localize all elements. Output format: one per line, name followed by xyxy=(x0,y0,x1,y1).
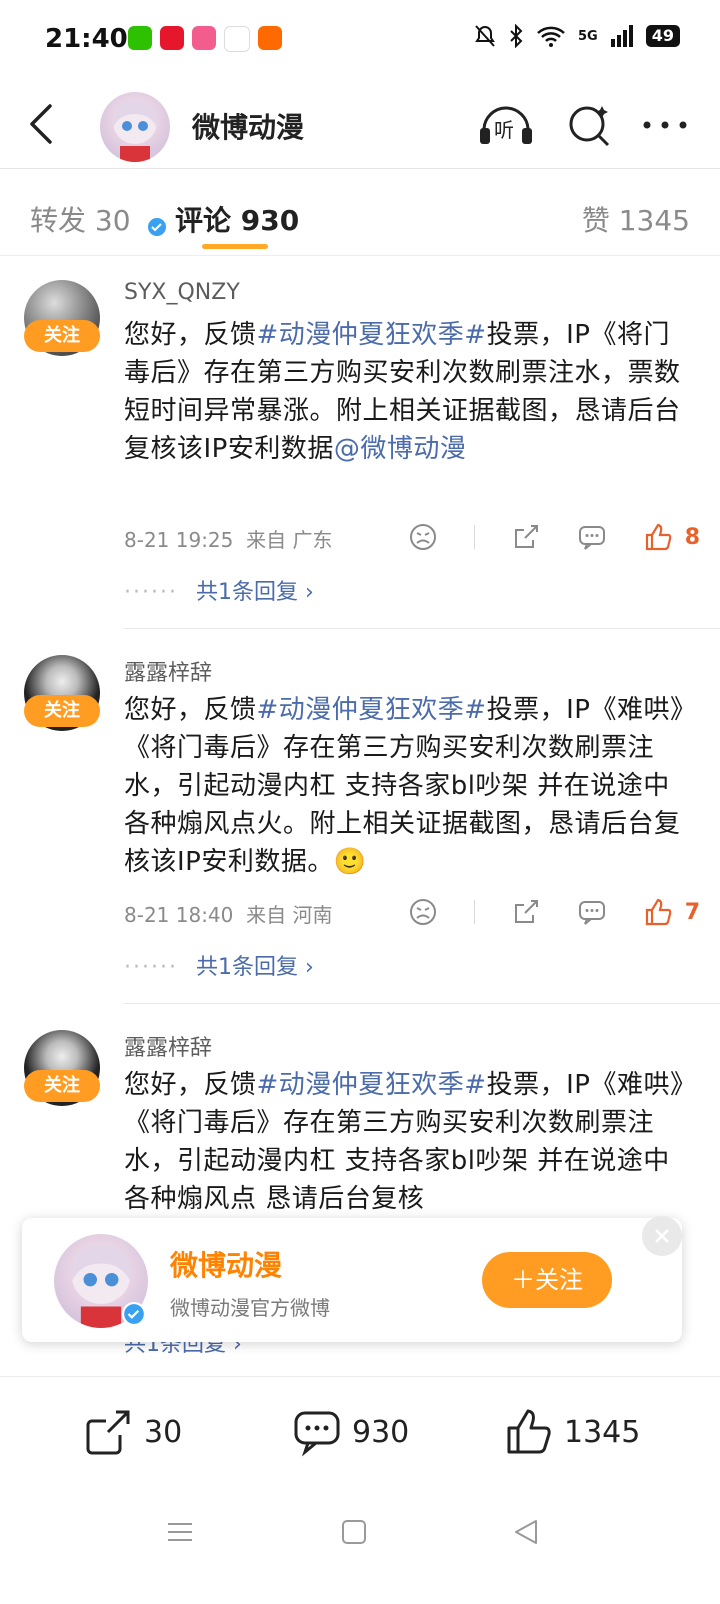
status-time: 21:40 xyxy=(45,24,128,54)
comment-icon[interactable] xyxy=(577,897,607,927)
comment-text-part: 您好，反馈 xyxy=(124,1070,257,1100)
share-icon[interactable] xyxy=(511,897,541,927)
hashtag-link[interactable]: #动漫仲夏狂欢季# xyxy=(257,320,487,350)
comment-actions: 8 xyxy=(372,522,700,552)
tab-bar: 转发 30 评论 930 赞 1345 xyxy=(0,169,720,256)
nav-bar: 微博动漫 听 xyxy=(0,80,720,238)
menu-icon[interactable] xyxy=(164,1516,196,1548)
smile-emoji-icon: 🙂 xyxy=(333,847,367,877)
bilibili-icon xyxy=(192,26,216,50)
xiaohongshu-icon xyxy=(160,26,184,50)
like-count: 7 xyxy=(684,899,700,925)
bottom-action-bar: 30 930 1345 xyxy=(0,1376,720,1487)
status-indicators: 5G 49 xyxy=(474,24,680,48)
reply-count[interactable]: 共1条回复 › xyxy=(196,580,314,605)
reply-link[interactable]: ······ 共1条回复 › xyxy=(124,574,314,606)
verified-badge-icon xyxy=(122,1302,146,1326)
search-icon[interactable] xyxy=(566,100,612,148)
comment-username[interactable]: 露露梓辞 xyxy=(124,1030,212,1062)
more-icon[interactable] xyxy=(640,118,690,132)
signal-icon xyxy=(610,25,633,47)
hashtag-link[interactable]: #动漫仲夏狂欢季# xyxy=(257,1070,487,1100)
comment-location: 来自 河南 xyxy=(246,903,333,927)
bluetooth-icon xyxy=(510,24,523,48)
repost-icon xyxy=(86,1410,130,1455)
comment-text-part: 您好，反馈 xyxy=(124,320,257,350)
repost-count: 30 xyxy=(144,1414,183,1450)
comment-meta: 8-21 19:25 来自 广东 xyxy=(124,524,332,553)
listen-button[interactable]: 听 xyxy=(478,100,534,148)
network-type: 5G xyxy=(578,28,598,44)
home-icon[interactable] xyxy=(338,1516,370,1548)
comment-actions: 7 xyxy=(372,897,700,927)
listen-label: 听 xyxy=(494,118,514,142)
reply-link[interactable]: ······ 共1条回复 › xyxy=(124,949,314,981)
card-follow-button[interactable]: ＋关注 xyxy=(482,1252,612,1308)
qq-icon xyxy=(224,26,250,52)
comment-username[interactable]: SYX_QNZY xyxy=(124,280,240,305)
card-account-name[interactable]: 微博动漫 xyxy=(170,1244,282,1284)
like-icon[interactable] xyxy=(643,897,673,927)
like-icon[interactable] xyxy=(643,522,673,552)
status-bar: 21:40 5G 49 xyxy=(0,0,720,80)
hashtag-link[interactable]: #动漫仲夏狂欢季# xyxy=(257,695,487,725)
system-navigation-bar xyxy=(0,1490,720,1604)
comment-icon xyxy=(294,1411,340,1457)
comment-location: 来自 广东 xyxy=(246,528,333,552)
dislike-icon[interactable] xyxy=(408,522,438,552)
follow-button[interactable]: 关注 xyxy=(24,320,100,352)
comment-time: 8-21 19:25 xyxy=(124,528,234,552)
like-button[interactable]: 1345 xyxy=(504,1407,640,1457)
like-count: 8 xyxy=(684,524,700,550)
close-card-button[interactable] xyxy=(642,1216,682,1256)
like-icon xyxy=(507,1409,551,1454)
comment-count: 930 xyxy=(352,1414,410,1450)
back-icon[interactable] xyxy=(22,102,62,146)
dislike-icon[interactable] xyxy=(408,897,438,927)
comment-text: 您好，反馈#动漫仲夏狂欢季#投票，IP《将门毒后》存在第三方购买安利次数刷票注水… xyxy=(124,316,694,468)
repost-button[interactable]: 30 xyxy=(84,1407,182,1457)
account-avatar[interactable] xyxy=(100,92,170,162)
anime-girl-avatar-icon xyxy=(113,100,157,162)
reply-count[interactable]: 共1条回复 › xyxy=(196,955,314,980)
comment-text: 您好，反馈#动漫仲夏狂欢季#投票，IP《难哄》《将门毒后》存在第三方购买安利次数… xyxy=(124,1066,694,1218)
comment-button[interactable]: 930 xyxy=(292,1407,409,1457)
follow-suggestion-card: 微博动漫 微博动漫官方微博 ＋关注 xyxy=(22,1216,682,1342)
page-title: 微博动漫 xyxy=(192,111,305,144)
mute-icon xyxy=(475,25,495,47)
comment-divider xyxy=(124,1003,720,1004)
action-divider xyxy=(473,525,475,549)
comment-text-part: 您好，反馈 xyxy=(124,695,257,725)
tab-like[interactable]: 赞 1345 xyxy=(582,199,690,239)
like-count: 1345 xyxy=(564,1414,641,1450)
comment-meta: 8-21 18:40 来自 河南 xyxy=(124,899,332,928)
tab-repost[interactable]: 转发 30 xyxy=(30,199,131,239)
comment-icon[interactable] xyxy=(577,522,607,552)
shopping-app-icon xyxy=(258,26,282,50)
share-icon[interactable] xyxy=(511,522,541,552)
action-divider xyxy=(473,900,475,924)
active-tab-indicator xyxy=(202,244,268,249)
comment-username[interactable]: 露露梓辞 xyxy=(124,655,212,687)
mention-link[interactable]: @微博动漫 xyxy=(334,434,467,464)
follow-button[interactable]: 关注 xyxy=(24,695,100,727)
comment-text: 您好，反馈#动漫仲夏狂欢季#投票，IP《难哄》《将门毒后》存在第三方购买安利次数… xyxy=(124,691,694,881)
follow-button[interactable]: 关注 xyxy=(24,1070,100,1102)
back-nav-icon[interactable] xyxy=(510,1516,542,1548)
notification-icons xyxy=(128,26,282,52)
wifi-icon xyxy=(537,26,565,47)
close-icon xyxy=(655,1229,669,1243)
comment-divider xyxy=(124,628,720,629)
tab-comment[interactable]: 评论 930 xyxy=(175,199,299,239)
battery-level: 49 xyxy=(645,25,680,47)
card-account-description: 微博动漫官方微博 xyxy=(170,1296,330,1320)
comment-time: 8-21 18:40 xyxy=(124,903,234,927)
wechat-icon xyxy=(128,26,152,50)
